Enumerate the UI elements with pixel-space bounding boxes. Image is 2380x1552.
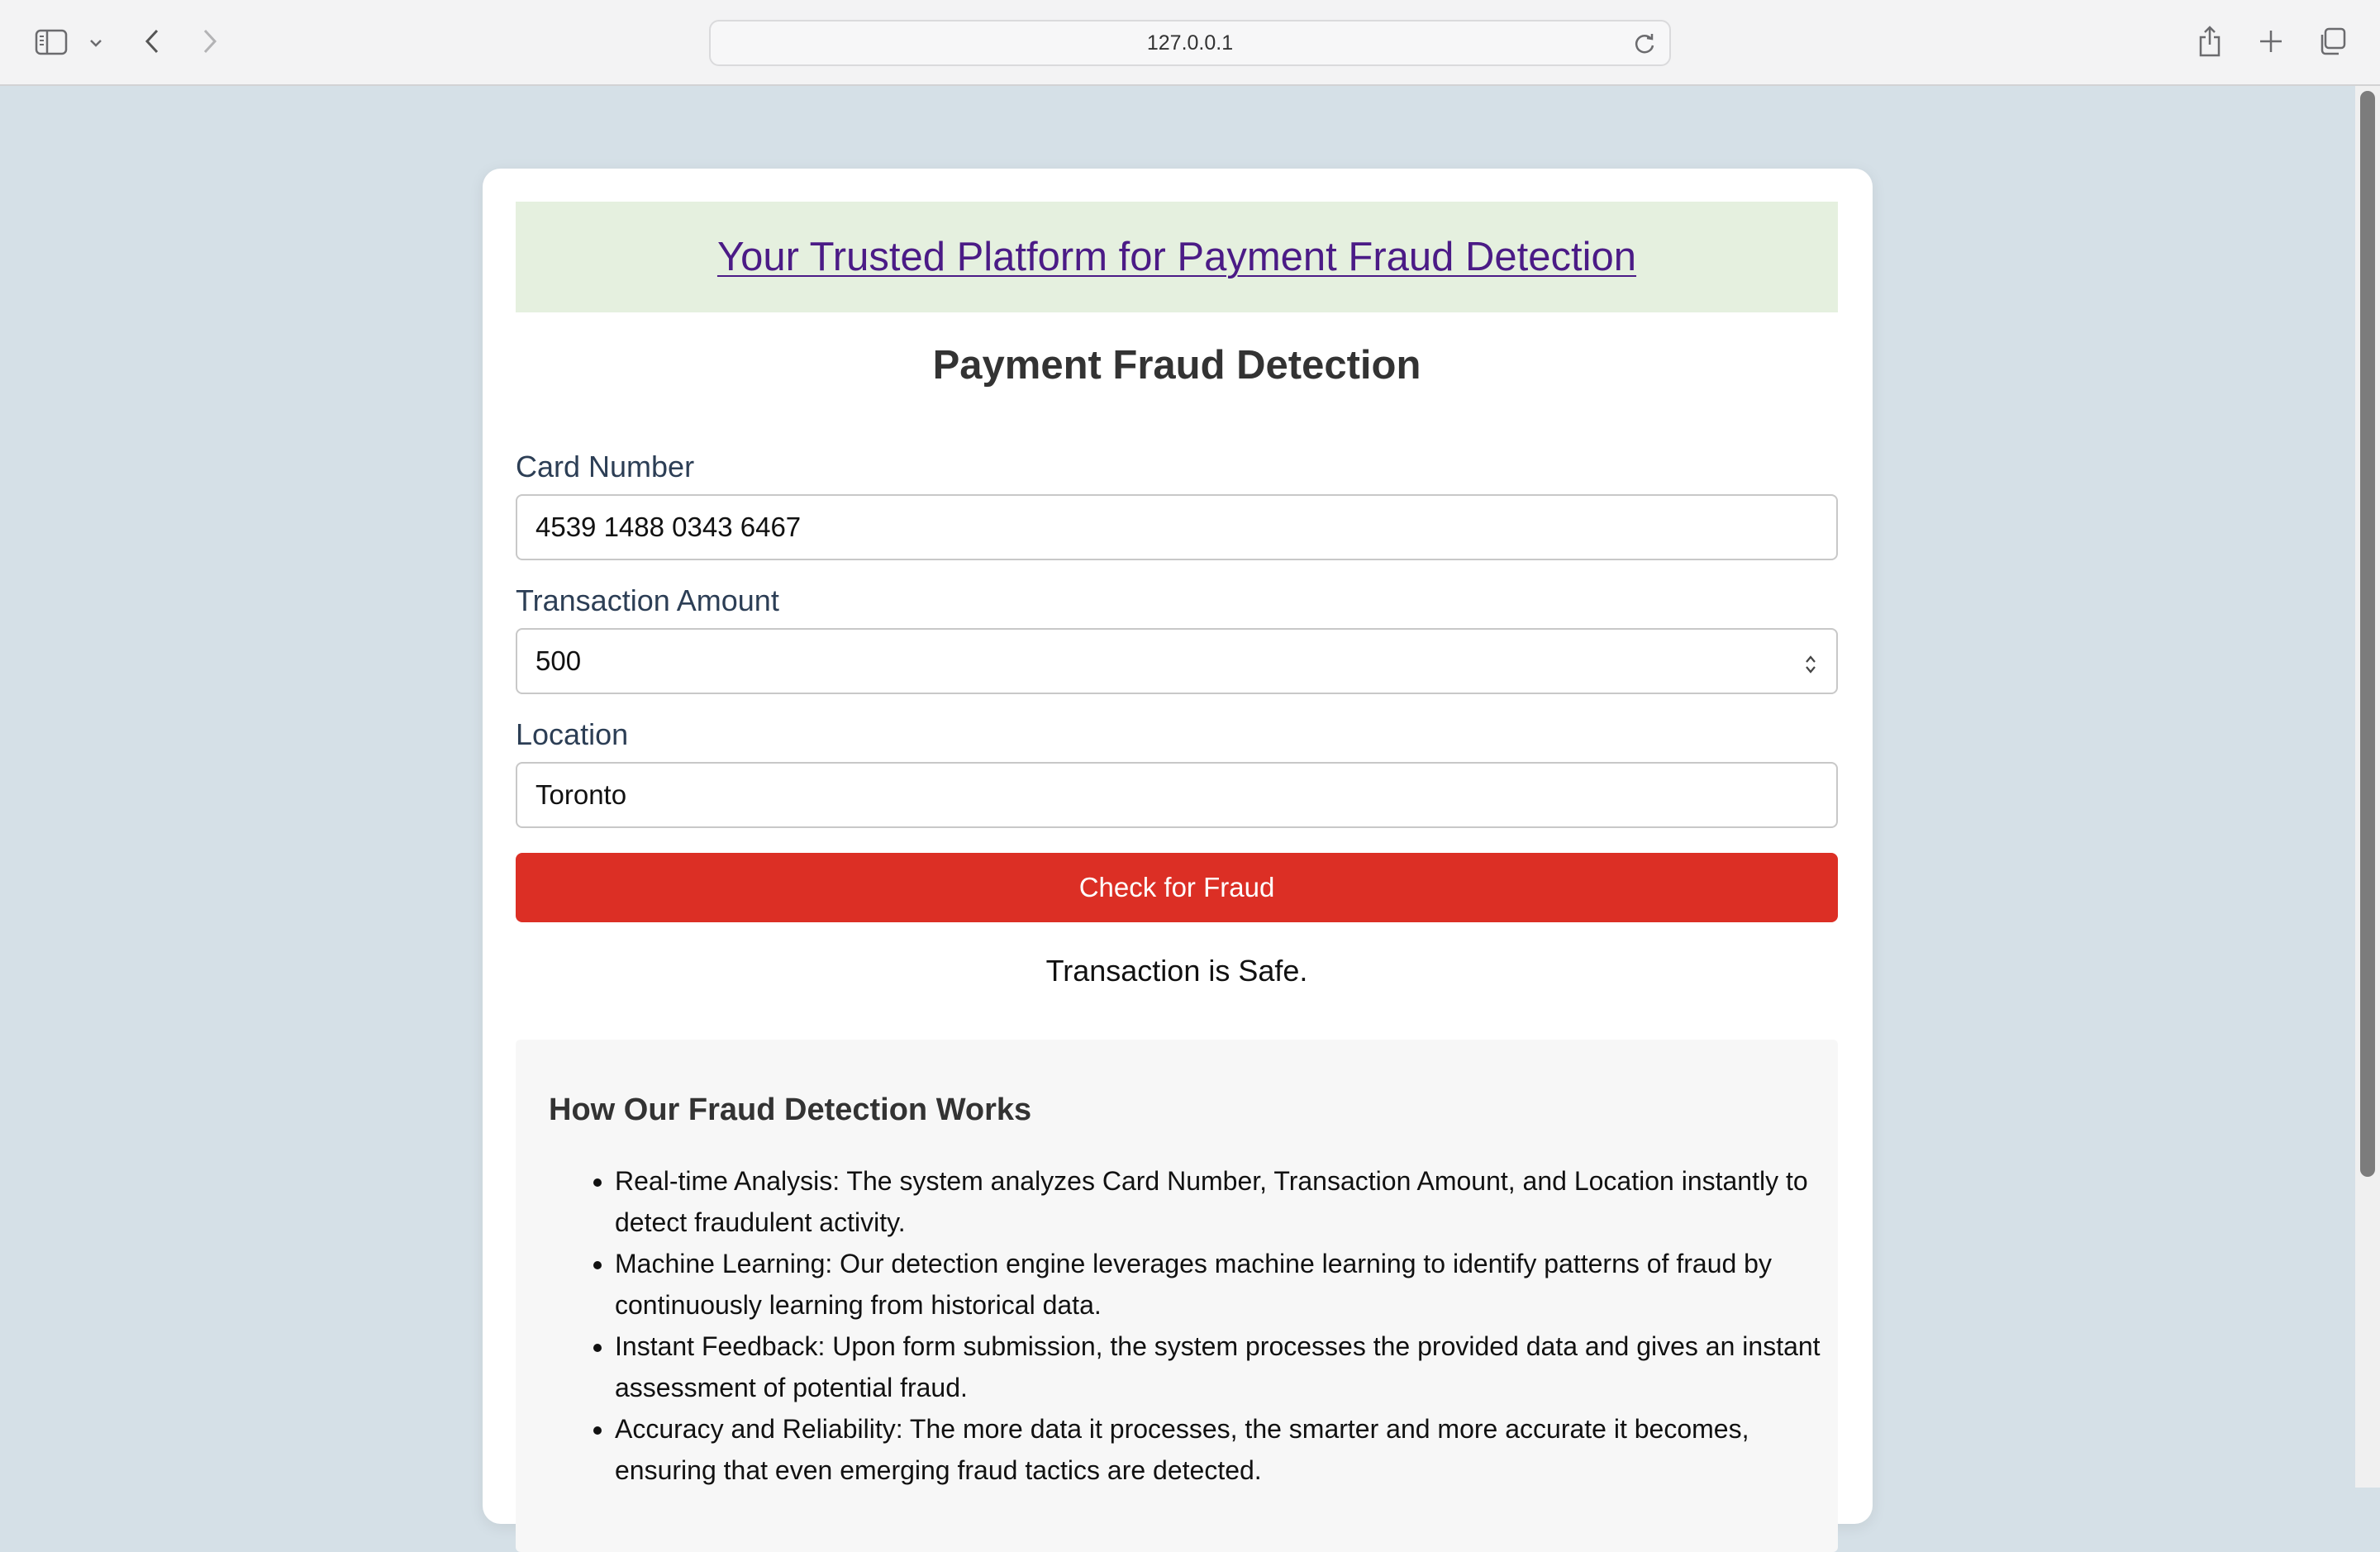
back-arrow-icon[interactable]: [137, 25, 167, 58]
transaction-amount-input[interactable]: 500: [516, 628, 1838, 694]
url-text: 127.0.0.1: [1146, 31, 1234, 55]
forward-arrow-icon[interactable]: [195, 25, 225, 58]
scrollbar-thumb[interactable]: [2360, 91, 2375, 1177]
info-section: How Our Fraud Detection Works Real-time …: [516, 1040, 1838, 1552]
share-icon[interactable]: [2195, 23, 2225, 60]
info-item-accuracy: Accuracy and Reliability: The more data …: [615, 1408, 1854, 1491]
location-input[interactable]: Toronto: [516, 762, 1838, 828]
plus-icon[interactable]: [2256, 26, 2286, 56]
location-label: Location: [516, 717, 629, 751]
banner-link[interactable]: Your Trusted Platform for Payment Fraud …: [717, 234, 1636, 280]
info-item-instant-feedback: Instant Feedback: Upon form submission, …: [615, 1326, 1854, 1408]
card-number-label: Card Number: [516, 450, 695, 483]
address-bar[interactable]: 127.0.0.1: [709, 20, 1671, 66]
card-number-input[interactable]: 4539 1488 0343 6467: [516, 494, 1838, 560]
chevron-down-icon[interactable]: [86, 33, 106, 53]
info-list: Real-time Analysis: The system analyzes …: [549, 1160, 1854, 1491]
info-item-machine-learning: Machine Learning: Our detection engine l…: [615, 1243, 1854, 1326]
transaction-amount-value: 500: [536, 645, 582, 676]
card-number-value: 4539 1488 0343 6467: [536, 512, 802, 542]
transaction-amount-label: Transaction Amount: [516, 583, 779, 617]
banner: Your Trusted Platform for Payment Fraud …: [516, 202, 1838, 312]
info-item-realtime: Real-time Analysis: The system analyzes …: [615, 1160, 1854, 1243]
reload-icon[interactable]: [1633, 31, 1658, 60]
location-value: Toronto: [536, 779, 627, 810]
check-for-fraud-button[interactable]: Check for Fraud: [516, 853, 1838, 922]
main-card: Your Trusted Platform for Payment Fraud …: [483, 169, 1873, 1552]
tab-overview-icon[interactable]: [2316, 25, 2349, 58]
number-stepper-icon[interactable]: [1803, 651, 1818, 683]
browser-toolbar: 127.0.0.1: [0, 0, 2380, 86]
sidebar-icon[interactable]: [33, 26, 69, 58]
result-message: Transaction is Safe.: [1045, 954, 1308, 988]
info-heading: How Our Fraud Detection Works: [549, 1093, 1032, 1127]
page-title: Payment Fraud Detection: [932, 343, 1421, 388]
